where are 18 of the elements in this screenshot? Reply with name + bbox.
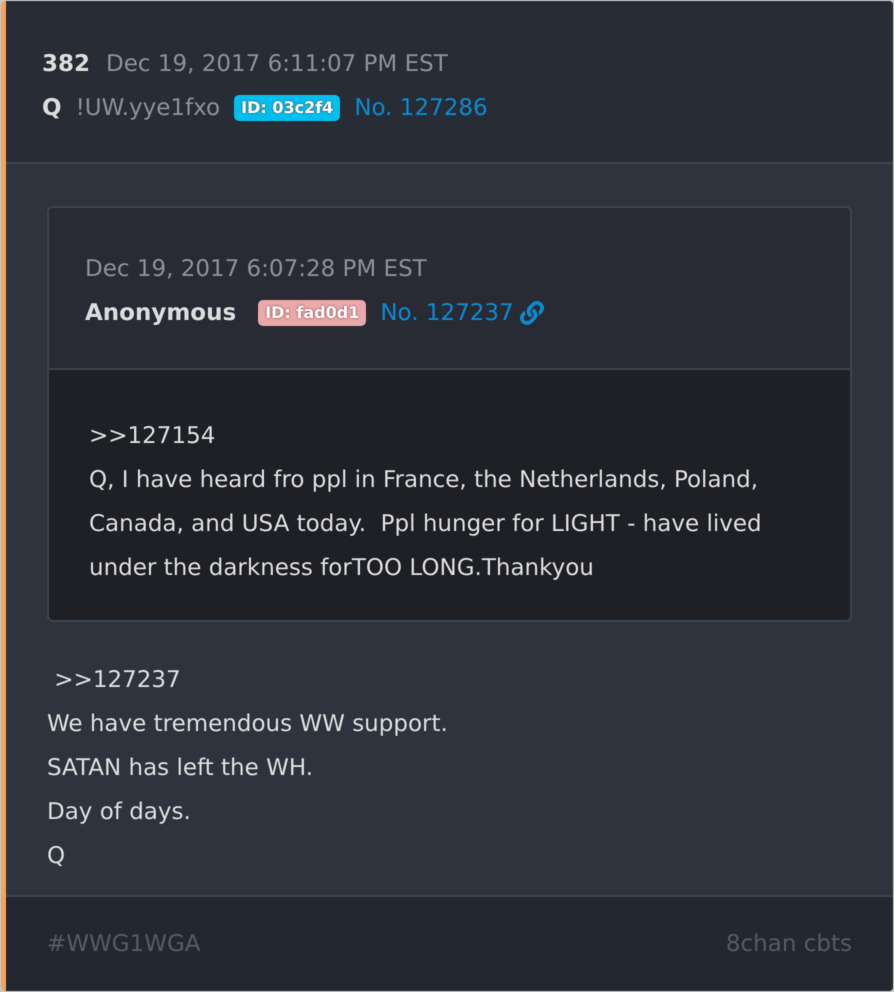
message-line: >>127237 (53, 666, 182, 695)
author-name: Q (42, 94, 62, 123)
quoted-text: Q, I have heard fro ppl in France, the Netherlands, Poland, Canada, and USA today. Ppl hunger for LIGHT - have lived under the darkness forTOO LONG.Thankyou (89, 466, 763, 583)
post-number-link[interactable]: No. 127286 (354, 91, 488, 125)
id-badge: ID: fad0d1 (258, 300, 366, 326)
tripcode: !UW.yye1fxo (76, 94, 220, 123)
quoted-text: >>127154 (89, 422, 216, 451)
message-line: SATAN has left the WH. (47, 754, 314, 783)
post-number: 382 (42, 50, 90, 79)
message-line: We have tremendous WW support. (47, 710, 449, 739)
quoted-post-number-link[interactable]: No. 127237 (380, 296, 514, 330)
message-line: Day of days. (47, 798, 192, 827)
quoted-timestamp: Dec 19, 2017 6:07:28 PM EST (85, 255, 428, 284)
post-timestamp: Dec 19, 2017 6:11:07 PM EST (106, 50, 448, 79)
message-line: Q (47, 842, 66, 871)
id-badge: ID: 03c2f4 (234, 95, 340, 121)
link-icon[interactable] (520, 301, 544, 325)
quoted-author-name: Anonymous (85, 299, 236, 328)
